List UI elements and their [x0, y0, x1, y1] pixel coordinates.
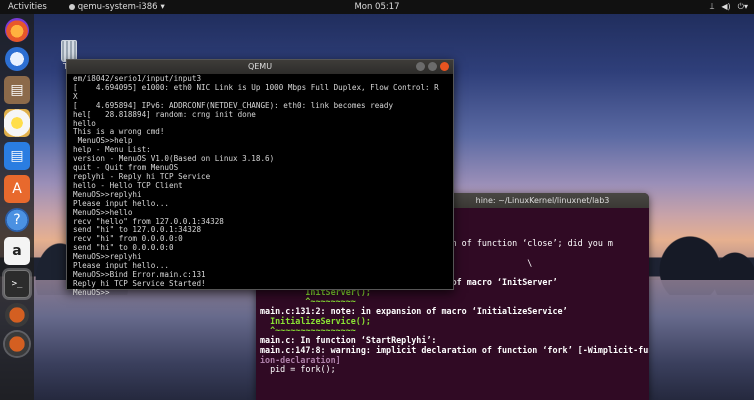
- help-icon[interactable]: ?: [5, 208, 29, 232]
- qemu-icon-2[interactable]: [5, 332, 29, 356]
- qemu-window[interactable]: QEMU em/i8042/serio1/input/input3[ 4.694…: [66, 59, 454, 297]
- console-line: [ 4.694095] e1000: eth0 NIC Link is Up 1…: [73, 82, 439, 92]
- activities-button[interactable]: Activities: [0, 2, 55, 12]
- volume-icon: ◀): [721, 2, 731, 11]
- dock: ▤ ▤ A ? a >_: [0, 14, 34, 400]
- writer-icon[interactable]: ▤: [4, 142, 30, 170]
- amazon-icon[interactable]: a: [4, 237, 30, 265]
- qemu-title: QEMU: [247, 62, 273, 71]
- console-line: MenuOS>>: [73, 287, 110, 297]
- close-button[interactable]: [440, 62, 449, 71]
- top-bar: Activities qemu-system-i386 ▾ Mon 05:17 …: [0, 0, 754, 14]
- qemu-icon[interactable]: [5, 303, 29, 327]
- firefox-icon[interactable]: [5, 18, 29, 42]
- software-icon[interactable]: A: [4, 175, 30, 203]
- app-menu-label: qemu-system-i386: [77, 2, 158, 12]
- minimize-button[interactable]: [416, 62, 425, 71]
- app-menu[interactable]: qemu-system-i386 ▾: [68, 2, 165, 12]
- chevron-down-icon: ▾: [160, 2, 165, 12]
- power-icon: ⏻▾: [737, 2, 748, 11]
- clock[interactable]: Mon 05:17: [354, 2, 399, 12]
- system-tray[interactable]: ⟘ ◀) ⏻▾: [710, 2, 748, 12]
- network-icon: ⟘: [709, 2, 715, 11]
- rhythmbox-icon[interactable]: [4, 109, 30, 137]
- console-line: hel[ 28.818894] random: crng init done: [73, 109, 256, 119]
- files-icon[interactable]: ▤: [4, 76, 30, 104]
- qemu-console[interactable]: em/i8042/serio1/input/input3[ 4.694095] …: [67, 74, 453, 299]
- qemu-app-icon: [68, 4, 75, 10]
- qemu-titlebar[interactable]: QEMU: [67, 60, 453, 74]
- terminal-line: pid = fork();: [260, 364, 336, 375]
- maximize-button[interactable]: [428, 62, 437, 71]
- console-line: Reply hi TCP Service Started!: [73, 278, 206, 288]
- terminal-icon[interactable]: >_: [4, 270, 30, 298]
- thunderbird-icon[interactable]: [5, 47, 29, 71]
